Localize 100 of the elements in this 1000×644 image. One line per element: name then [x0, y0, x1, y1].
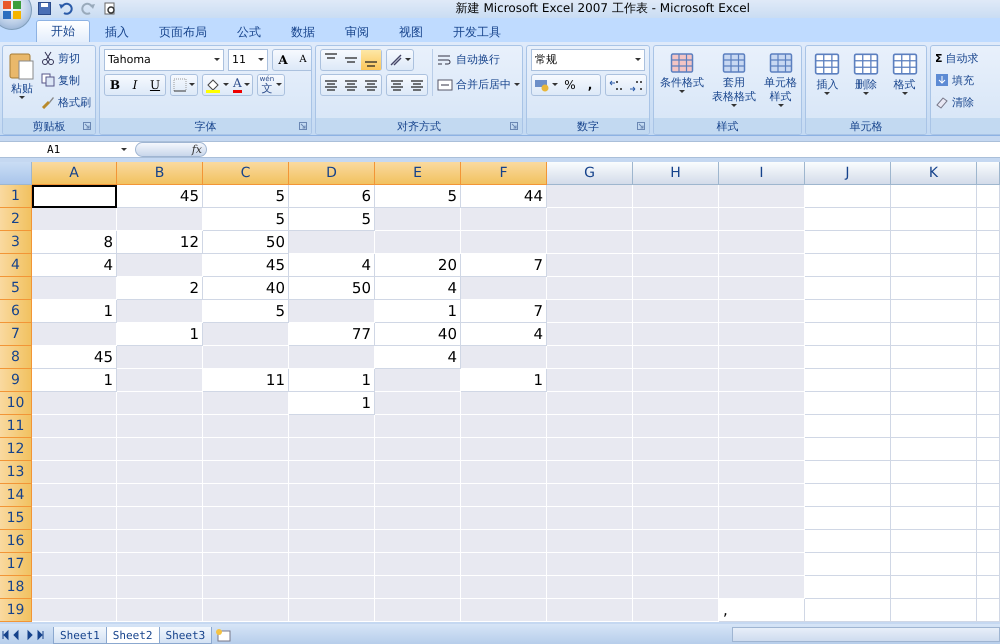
- font-size-field[interactable]: 11: [228, 48, 268, 71]
- table-cell[interactable]: [977, 323, 1000, 346]
- table-cell[interactable]: 1: [289, 369, 375, 392]
- row-header[interactable]: 2: [0, 208, 32, 232]
- column-header[interactable]: F: [461, 162, 547, 186]
- shrink-font-button[interactable]: A: [293, 50, 311, 70]
- table-cell[interactable]: [805, 185, 891, 208]
- table-cell[interactable]: [977, 530, 1000, 554]
- wrap-text-button[interactable]: 自动换行: [437, 48, 520, 71]
- table-cell[interactable]: [977, 576, 1000, 600]
- table-cell[interactable]: [977, 507, 1000, 530]
- undo-icon[interactable]: [59, 2, 73, 16]
- editing-button[interactable]: Σ 自动求: [935, 48, 979, 68]
- table-cell[interactable]: [977, 254, 1000, 278]
- table-cell[interactable]: [805, 346, 891, 370]
- row-header[interactable]: 6: [0, 300, 32, 324]
- table-cell[interactable]: 50: [203, 231, 289, 254]
- column-header[interactable]: E: [375, 162, 461, 186]
- editing-button[interactable]: 清除: [935, 92, 979, 112]
- table-cell[interactable]: 5: [375, 185, 461, 208]
- clipboard-button[interactable]: 格式刷: [41, 92, 91, 112]
- vertical-align-button[interactable]: [361, 50, 381, 70]
- row-header[interactable]: 7: [0, 323, 32, 346]
- table-cell[interactable]: [977, 369, 1000, 392]
- table-cell[interactable]: 4: [375, 346, 461, 370]
- table-cell[interactable]: [891, 231, 977, 254]
- table-cell[interactable]: 50: [289, 277, 375, 300]
- table-cell[interactable]: 4: [32, 254, 117, 278]
- table-cell[interactable]: 12: [117, 231, 203, 254]
- row-header[interactable]: 3: [0, 231, 32, 254]
- table-cell[interactable]: [977, 300, 1000, 324]
- table-cell[interactable]: [805, 254, 891, 278]
- table-cell[interactable]: 40: [203, 277, 289, 300]
- percent-button[interactable]: %: [560, 74, 580, 95]
- clipboard-button[interactable]: 复制: [41, 70, 91, 90]
- table-cell[interactable]: 5: [203, 300, 289, 324]
- table-cell[interactable]: [805, 323, 891, 346]
- table-cell[interactable]: [805, 576, 891, 600]
- table-cell[interactable]: [891, 346, 977, 370]
- insert-sheet-icon[interactable]: [215, 628, 234, 642]
- ribbon-tab[interactable]: 公式: [222, 22, 276, 42]
- table-cell[interactable]: [977, 599, 1000, 622]
- table-cell[interactable]: 1: [375, 300, 461, 324]
- table-cell[interactable]: 8: [32, 231, 117, 254]
- row-header[interactable]: 9: [0, 369, 32, 392]
- column-header[interactable]: K: [891, 162, 977, 186]
- table-cell[interactable]: [977, 415, 1000, 438]
- ribbon-tab[interactable]: 开发工具: [438, 22, 516, 42]
- column-header[interactable]: D: [289, 162, 375, 186]
- row-header[interactable]: 8: [0, 346, 32, 370]
- table-cell[interactable]: [805, 208, 891, 232]
- column-header[interactable]: A: [32, 162, 117, 186]
- table-cell[interactable]: [977, 438, 1000, 462]
- table-cell[interactable]: [32, 185, 117, 208]
- column-header[interactable]: J: [805, 162, 891, 186]
- comma-button[interactable]: ,: [580, 74, 600, 95]
- table-cell[interactable]: [805, 507, 891, 530]
- table-cell[interactable]: 5: [289, 208, 375, 232]
- table-cell[interactable]: 1: [117, 323, 203, 346]
- table-cell[interactable]: ,: [719, 599, 805, 622]
- sheet-tab[interactable]: Sheet2: [106, 627, 160, 644]
- table-cell[interactable]: 4: [289, 254, 375, 278]
- row-header[interactable]: 5: [0, 277, 32, 300]
- row-header[interactable]: 1: [0, 185, 32, 208]
- row-header[interactable]: 16: [0, 530, 32, 554]
- table-cell[interactable]: [891, 392, 977, 416]
- row-header[interactable]: 15: [0, 507, 32, 530]
- ribbon-tab[interactable]: 数据: [276, 22, 330, 42]
- table-cell[interactable]: [805, 369, 891, 392]
- table-cell[interactable]: 45: [32, 346, 117, 370]
- bold-button[interactable]: B: [105, 74, 125, 95]
- dialog-launcher-icon[interactable]: [83, 122, 91, 130]
- table-cell[interactable]: [891, 438, 977, 462]
- row-header[interactable]: 11: [0, 415, 32, 438]
- table-cell[interactable]: [805, 461, 891, 484]
- row-header[interactable]: 4: [0, 254, 32, 278]
- table-cell[interactable]: 4: [375, 277, 461, 300]
- row-header[interactable]: 18: [0, 576, 32, 600]
- grow-font-button[interactable]: A: [273, 50, 293, 70]
- table-cell[interactable]: [805, 415, 891, 438]
- table-cell[interactable]: [805, 277, 891, 300]
- table-cell[interactable]: [805, 392, 891, 416]
- table-cell[interactable]: [891, 461, 977, 484]
- table-cell[interactable]: [977, 392, 1000, 416]
- italic-button[interactable]: I: [125, 74, 145, 95]
- table-cell[interactable]: [891, 208, 977, 232]
- table-cell[interactable]: [891, 530, 977, 554]
- table-cell[interactable]: 77: [289, 323, 375, 346]
- table-cell[interactable]: [805, 231, 891, 254]
- name-box[interactable]: A1: [0, 142, 135, 158]
- table-cell[interactable]: 1: [32, 300, 117, 324]
- table-cell[interactable]: [891, 369, 977, 392]
- print-preview-icon[interactable]: [103, 2, 117, 16]
- table-cell[interactable]: [891, 576, 977, 600]
- column-header[interactable]: C: [203, 162, 289, 186]
- sheet-tab[interactable]: Sheet1: [53, 627, 107, 644]
- paste-button[interactable]: 粘贴: [7, 48, 37, 102]
- table-cell[interactable]: [977, 277, 1000, 300]
- ribbon-tab[interactable]: 视图: [384, 22, 438, 42]
- table-cell[interactable]: [891, 277, 977, 300]
